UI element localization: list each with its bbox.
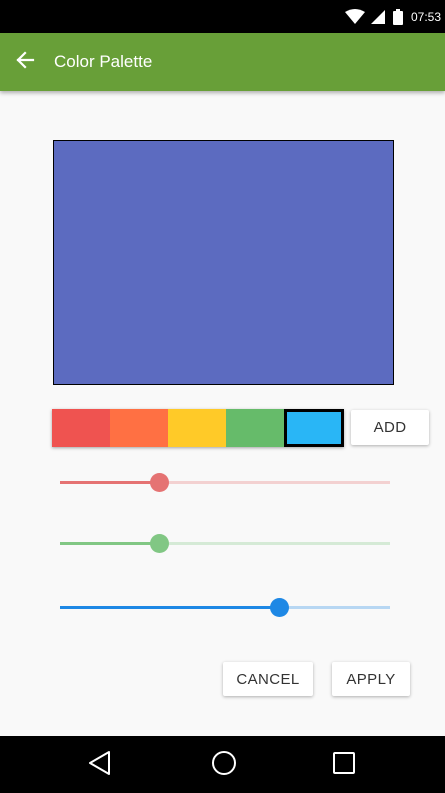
palette-swatch[interactable]	[168, 409, 226, 447]
app-bar: Color Palette	[0, 33, 445, 91]
home-circle-icon	[211, 750, 237, 781]
slider-thumb[interactable]	[150, 473, 169, 492]
cancel-button[interactable]: CANCEL	[223, 662, 313, 696]
slider-fill	[60, 542, 159, 545]
slider-fill	[60, 481, 159, 484]
status-time: 07:53	[410, 9, 441, 24]
nav-back-button[interactable]	[84, 750, 116, 780]
add-button[interactable]: ADD	[351, 410, 429, 445]
red-slider[interactable]	[60, 471, 390, 495]
wifi-icon	[344, 8, 365, 25]
green-slider[interactable]	[60, 532, 390, 556]
navigation-bar	[0, 736, 445, 793]
arrow-back-icon	[15, 50, 35, 75]
page-title: Color Palette	[54, 52, 153, 71]
apply-button[interactable]: APPLY	[332, 662, 410, 696]
slider-fill	[60, 606, 279, 609]
blue-slider[interactable]	[60, 596, 390, 620]
status-icons: 07:53	[344, 0, 441, 33]
nav-recents-button[interactable]	[328, 750, 360, 780]
cell-signal-icon	[369, 9, 385, 25]
palette-swatch[interactable]	[226, 409, 284, 447]
recents-square-icon	[331, 750, 357, 781]
palette-swatch[interactable]	[52, 409, 110, 447]
battery-icon	[392, 8, 403, 25]
slider-thumb[interactable]	[150, 534, 169, 553]
color-palette	[52, 409, 344, 447]
slider-thumb[interactable]	[270, 598, 289, 617]
status-bar: 07:53	[0, 0, 445, 33]
palette-swatch[interactable]	[110, 409, 168, 447]
back-button[interactable]	[8, 45, 42, 79]
nav-home-button[interactable]	[208, 750, 240, 780]
back-triangle-icon	[87, 750, 113, 781]
palette-swatch[interactable]	[284, 409, 344, 447]
color-preview	[53, 140, 394, 385]
